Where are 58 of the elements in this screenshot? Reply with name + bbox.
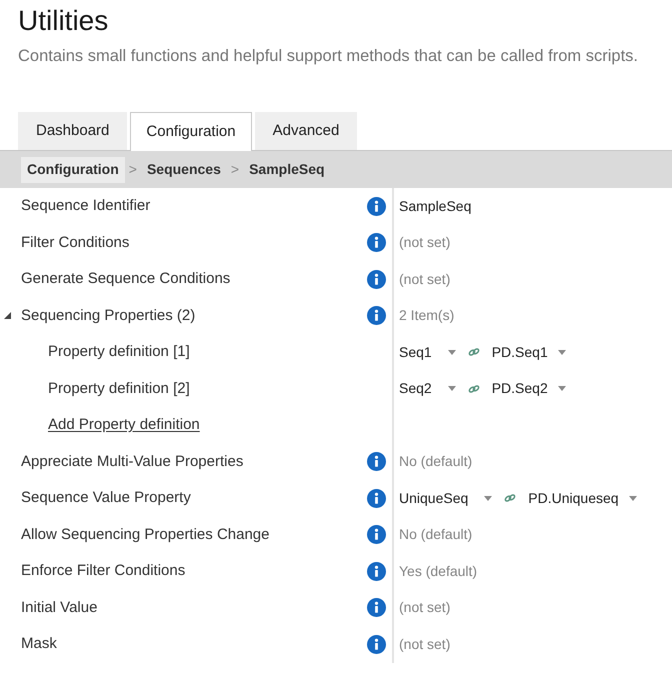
caret-icon [448,350,456,355]
info-icon[interactable] [367,196,386,216]
property-label: Enforce Filter Conditions [21,561,186,581]
info-icon[interactable] [367,306,386,326]
link-icon [504,494,516,502]
property-label: Initial Value [21,598,98,618]
info-icon[interactable] [367,270,386,289]
info-icon[interactable] [367,525,386,544]
target-dropdown[interactable]: PD.Seq1 [492,342,566,363]
property-label: Allow Sequencing Properties Change [21,524,270,544]
info-icon[interactable] [367,598,386,618]
page-title: Utilities [18,4,108,38]
info-icon[interactable] [367,233,386,252]
breadcrumb-separator: > [128,160,137,179]
property-label: Property definition [2] [48,378,190,398]
property-value: Yes (default) [399,562,478,581]
property-label: Appreciate Multi-Value Properties [21,452,244,472]
property-label: Sequence Value Property [21,488,191,508]
breadcrumb-link[interactable]: SampleSeq [243,156,331,182]
property-label: Property definition [1] [48,342,190,362]
info-icon[interactable] [367,562,386,581]
caret-icon [558,386,566,392]
property-value: (not set) [399,634,450,654]
expander-icon[interactable] [4,312,11,320]
info-icon[interactable] [367,488,386,508]
source-dropdown[interactable]: Seq1 [399,342,456,363]
property-label: Mask [21,634,57,654]
caret-icon [558,350,566,355]
caret-icon [448,386,456,392]
property-label: Filter Conditions [21,232,130,252]
breadcrumb-separator: > [230,160,240,179]
tab[interactable]: Configuration [130,112,252,151]
breadcrumb-link[interactable]: Sequences [140,156,227,182]
source-dropdown[interactable]: Seq2 [399,378,456,400]
link-icon [468,348,480,356]
info-icon[interactable] [367,452,386,472]
page-description: Contains small functions and helpful support methods that can be called from scripts. [18,46,638,66]
caret-icon [484,496,492,501]
target-dropdown[interactable]: PD.Seq2 [492,378,566,400]
property-value: No (default) [399,452,472,472]
breadcrumb-link[interactable]: Configuration [21,156,125,182]
tab[interactable]: Advanced [254,112,358,150]
property-value: SampleSeq [399,196,472,216]
property-value: (not set) [399,233,450,252]
target-dropdown[interactable]: PD.Uniqueseq [528,488,637,509]
property-label: Sequencing Properties (2) [21,306,196,326]
add-link[interactable]: Add Property definition [48,414,200,436]
caret-icon [628,496,637,501]
property-value: No (default) [399,525,472,544]
property-label: Sequence Identifier [21,196,150,216]
property-label: Generate Sequence Conditions [21,269,230,289]
property-value: (not set) [399,598,450,618]
property-value: (not set) [399,270,450,289]
property-value: 2 Item(s) [399,306,454,326]
info-icon[interactable] [367,634,386,654]
tab[interactable]: Dashboard [18,112,128,150]
link-icon [468,384,480,393]
source-dropdown[interactable]: UniqueSeq [399,488,492,509]
